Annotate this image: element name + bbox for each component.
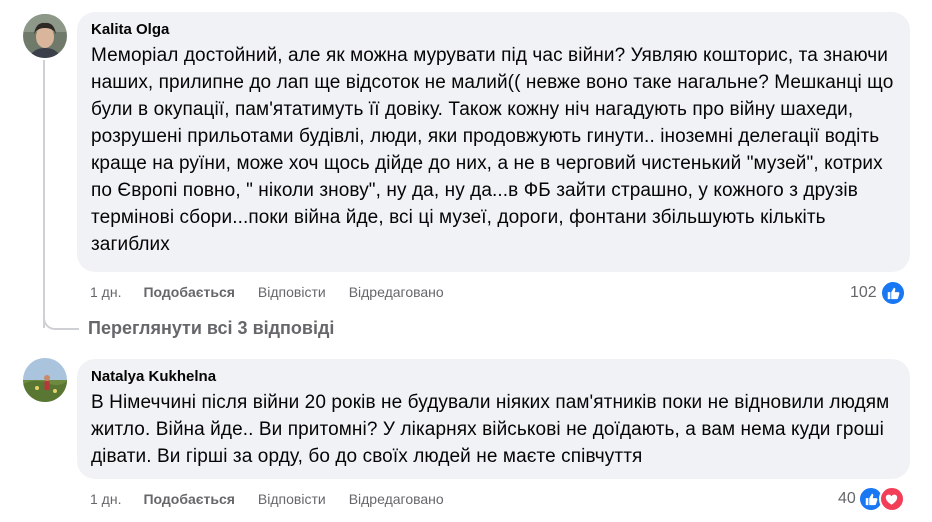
edited-label[interactable]: Відредаговано xyxy=(349,284,444,300)
avatar-image xyxy=(23,14,67,58)
love-icon xyxy=(878,486,905,512)
comment-author[interactable]: Natalya Kukhelna xyxy=(91,367,898,387)
comment-time[interactable]: 1 дн. xyxy=(90,284,121,300)
thread-connector xyxy=(43,300,79,330)
comment-time[interactable]: 1 дн. xyxy=(90,491,121,507)
avatar-image xyxy=(23,358,67,402)
like-icon xyxy=(879,280,906,306)
comment-actions: 1 дн. Подобається Відповісти Відредагова… xyxy=(90,284,467,300)
like-button[interactable]: Подобається xyxy=(143,284,234,300)
reaction-count: 102 xyxy=(850,284,877,301)
view-replies-link[interactable]: Переглянути всі 3 відповіді xyxy=(88,318,334,339)
comment-text: Меморіал достойний, але як можна муруват… xyxy=(91,45,894,255)
comment-bubble: Kalita Olga Меморіал достойний, але як м… xyxy=(77,12,910,272)
like-button[interactable]: Подобається xyxy=(143,491,234,507)
edited-label[interactable]: Відредаговано xyxy=(349,491,444,507)
reaction-count: 40 xyxy=(838,490,856,507)
thread-line xyxy=(43,60,45,328)
comment-actions: 1 дн. Подобається Відповісти Відредагова… xyxy=(90,491,467,507)
reply-button[interactable]: Відповісти xyxy=(258,284,326,300)
avatar[interactable] xyxy=(23,358,67,402)
reaction-summary[interactable]: 40 xyxy=(838,486,905,512)
avatar[interactable] xyxy=(23,14,67,58)
comment-bubble: Natalya Kukhelna В Німеччині після війни… xyxy=(77,359,910,479)
comment-text: В Німеччині після війни 20 років не буду… xyxy=(91,392,890,467)
reply-button[interactable]: Відповісти xyxy=(258,491,326,507)
reaction-summary[interactable]: 102 xyxy=(850,280,906,306)
comment-author[interactable]: Kalita Olga xyxy=(91,20,898,40)
